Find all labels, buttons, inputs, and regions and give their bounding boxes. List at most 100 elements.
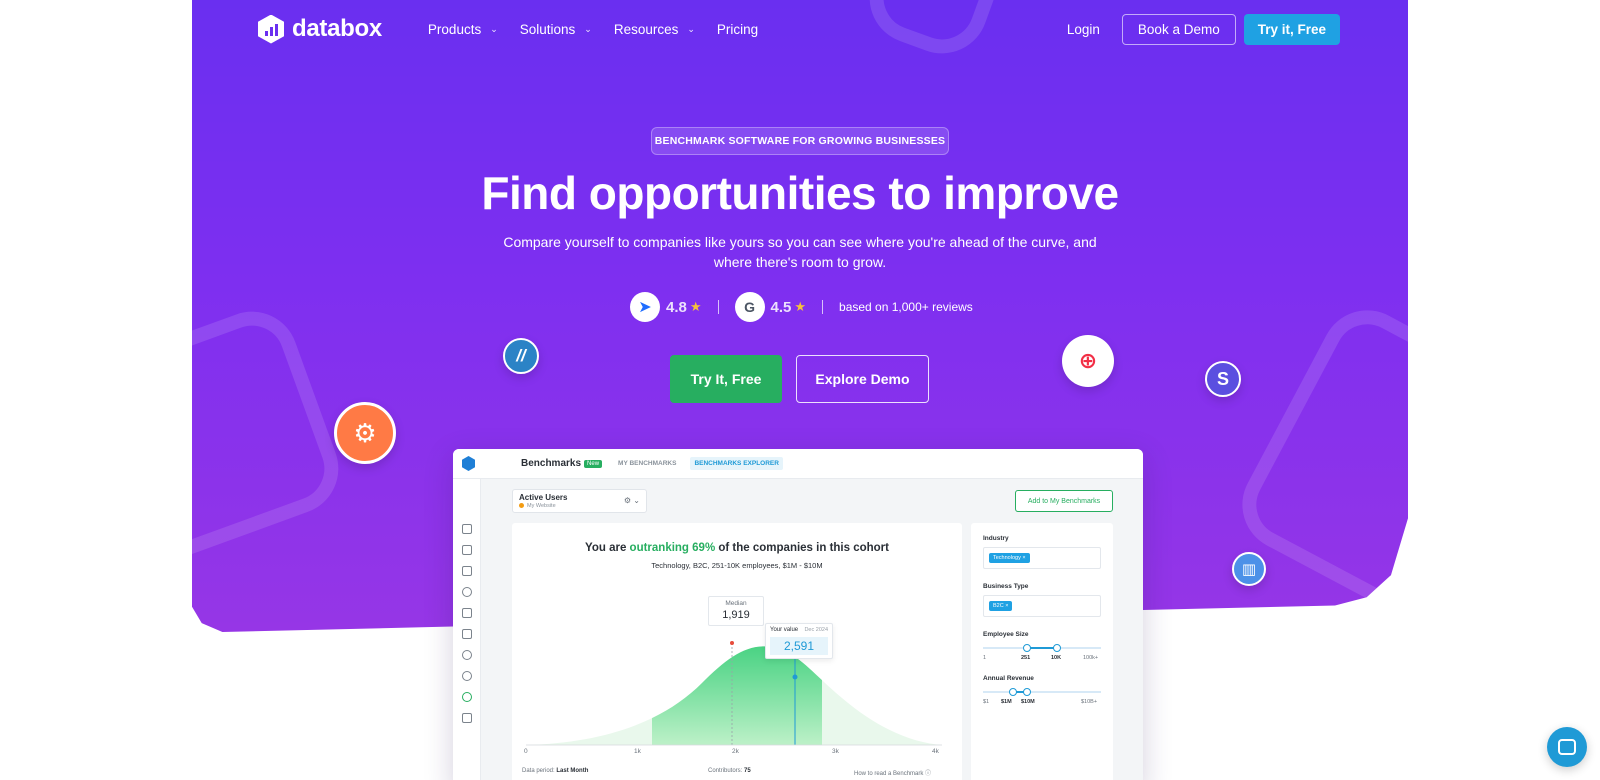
dashboard-sidebar (453, 479, 481, 780)
your-value: 2,591 (770, 637, 828, 655)
chevron-down-icon: ⌄ (490, 23, 498, 34)
tab-my-benchmarks[interactable]: MY BENCHMARKS (618, 460, 676, 467)
search-icon[interactable] (462, 671, 472, 681)
page: databox Products ⌄ Solutions ⌄ Resources ⌄ … (0, 0, 1600, 780)
goals-icon[interactable] (462, 587, 472, 597)
metric-selector[interactable]: Active Users My Website ⚙ ⌄ (512, 489, 647, 513)
business-type-select[interactable]: B2C × (983, 595, 1101, 617)
employee-size-slider[interactable] (983, 644, 1101, 652)
nav-actions: Login Book a Demo Try it, Free (1059, 13, 1340, 45)
slider-tick: $1 (983, 699, 990, 705)
brand-name: databox (292, 15, 382, 42)
your-value-tooltip: Your value Dec 2024 2,591 (765, 623, 833, 659)
median-tooltip: Median 1,919 (708, 596, 764, 626)
menu-resources[interactable]: Resources ⌄ (614, 22, 695, 37)
reports-icon[interactable] (462, 608, 472, 618)
slider-handle[interactable] (1053, 644, 1061, 652)
dashboard-title: Benchmarks (521, 458, 582, 469)
hero-headline: Find opportunities to improve (481, 167, 1119, 219)
databox-logo-icon (258, 14, 284, 44)
dashboard-icon[interactable] (462, 545, 472, 555)
your-value-marker (792, 674, 798, 680)
top-navigation: databox Products ⌄ Solutions ⌄ Resources ⌄ … (258, 12, 1340, 46)
metric-source: My Website (519, 503, 556, 509)
menu-products[interactable]: Products ⌄ (428, 22, 498, 37)
chevron-down-icon: ⚙ ⌄ (623, 496, 640, 505)
dashboard-topbar: Benchmarks New MY BENCHMARKS BENCHMARKS … (453, 449, 1143, 479)
data-period: Data period: Last Month (522, 768, 589, 774)
x-tick: 1k (634, 748, 641, 755)
menu-pricing[interactable]: Pricing (717, 22, 758, 37)
menu-solutions[interactable]: Solutions ⌄ (520, 22, 592, 37)
slider-tick: 10K (1051, 655, 1062, 661)
distribution-chart (526, 641, 942, 746)
hero-badge: BENCHMARK SOFTWARE FOR GROWING BUSINESSE… (651, 127, 949, 155)
x-tick: 2k (732, 748, 739, 755)
median-value: 1,919 (722, 609, 750, 621)
hubspot-icon: ⚙ (334, 402, 396, 464)
hero-subhead: Compare yourself to companies like yours… (503, 234, 1097, 270)
slider-tick: 1 (983, 655, 987, 661)
metrics-icon[interactable] (462, 566, 472, 576)
benchmark-chart-card: You are outranking 69% of the companies … (512, 523, 962, 780)
capterra-icon: ➤ (630, 292, 660, 322)
slider-handle[interactable] (1023, 644, 1031, 652)
home-icon[interactable] (462, 524, 472, 534)
alerts-icon[interactable] (462, 650, 472, 660)
x-tick: 3k (832, 748, 839, 755)
business-type-label: Business Type (983, 583, 1029, 590)
databox-logo-icon (462, 456, 475, 471)
slider-tick: $1M (1001, 699, 1012, 705)
industry-label: Industry (983, 535, 1009, 542)
chevron-down-icon: ⌄ (687, 23, 695, 34)
main-menu: Products ⌄ Solutions ⌄ Resources ⌄ Pricing (428, 22, 758, 37)
star-icon: ★ (689, 299, 702, 314)
divider (717, 300, 719, 314)
employee-size-label: Employee Size (983, 631, 1029, 638)
x-tick: 0 (524, 748, 528, 755)
x-tick: 4k (932, 748, 939, 755)
data-manager-icon[interactable] (462, 713, 472, 723)
metric-name: Active Users (519, 493, 568, 502)
new-badge: New (584, 459, 603, 468)
business-type-chip[interactable]: B2C × (989, 601, 1013, 611)
chat-icon (1558, 739, 1576, 755)
ratings-row: ➤ 4.8 ★ G 4.5 ★ based on 1,000+ reviews (630, 292, 973, 322)
stripe-icon: S (1205, 361, 1241, 397)
databox-logo[interactable]: databox (258, 14, 382, 44)
explore-demo-button[interactable]: Explore Demo (796, 355, 929, 403)
divider (822, 300, 824, 314)
how-to-read-link[interactable]: How to read a Benchmark ⓘ (854, 768, 931, 777)
decorative-hexagon (192, 298, 352, 572)
book-demo-button[interactable]: Book a Demo (1121, 13, 1236, 45)
reviews-text: based on 1,000+ reviews (839, 300, 973, 314)
contributors: Contributors: 75 (708, 768, 751, 774)
annual-revenue-slider[interactable] (983, 688, 1101, 696)
industry-select[interactable]: Technology × (983, 547, 1101, 569)
benchmarks-icon[interactable] (462, 692, 472, 702)
g2-icon: G (734, 292, 765, 322)
capterra-score: 4.8 (666, 298, 687, 316)
add-to-my-benchmarks-button[interactable]: Add to My Benchmarks (1015, 490, 1113, 512)
chevron-down-icon: ⌄ (584, 23, 592, 34)
slider-handle[interactable] (1009, 688, 1017, 696)
login-link[interactable]: Login (1059, 22, 1108, 37)
chat-launcher-button[interactable] (1547, 727, 1587, 767)
intercom-icon: ▥ (1232, 552, 1266, 586)
dashboard-preview: Benchmarks New MY BENCHMARKS BENCHMARKS … (453, 449, 1143, 780)
harvest-icon: // (503, 338, 539, 374)
try-free-button[interactable]: Try it, Free (1243, 13, 1340, 45)
tab-benchmarks-explorer[interactable]: BENCHMARKS EXPLORER (690, 457, 783, 470)
try-it-free-button[interactable]: Try It, Free (670, 355, 782, 403)
slider-tick: $10B+ (1081, 699, 1098, 705)
industry-chip[interactable]: Technology × (989, 553, 1030, 563)
library-icon[interactable] (462, 629, 472, 639)
filters-panel: Industry Technology × Business Type B2C … (971, 523, 1113, 780)
annual-revenue-label: Annual Revenue (983, 675, 1034, 682)
star-icon: ★ (794, 299, 807, 314)
slider-handle[interactable] (1023, 688, 1031, 696)
median-marker (730, 641, 734, 645)
slider-tick: 100k+ (1083, 655, 1099, 661)
slider-tick: 251 (1021, 655, 1031, 661)
twilio-icon: ⊕ (1062, 335, 1114, 387)
